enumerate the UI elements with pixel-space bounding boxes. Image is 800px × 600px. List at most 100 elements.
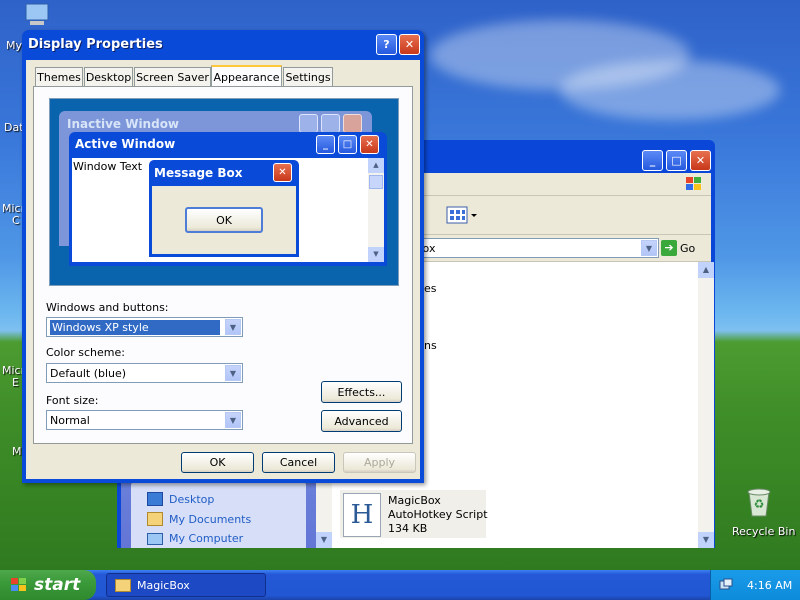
file-name: MagicBox — [388, 494, 441, 507]
message-box-preview: Message Box ✕ OK — [149, 160, 299, 257]
chevron-down-icon[interactable]: ▼ — [225, 412, 241, 428]
desktop-icon-label[interactable]: C — [12, 214, 20, 227]
desktop-icon-my-computer[interactable] — [22, 2, 56, 32]
partial-text: ns — [424, 339, 437, 352]
display-properties-window[interactable]: Display Properties ? ✕ Themes Desktop Sc… — [22, 30, 424, 483]
message-box-body: OK — [152, 186, 296, 254]
start-label: start — [34, 575, 81, 595]
file-view-scrollbar[interactable]: ▲ ▼ — [698, 262, 714, 548]
active-window-title: Active Window — [75, 137, 176, 151]
close-icon: ✕ — [273, 163, 292, 182]
minimize-button[interactable]: _ — [642, 150, 663, 171]
preview-scrollbar: ▲ ▼ — [368, 158, 384, 262]
scroll-up-icon: ▲ — [368, 158, 384, 173]
color-scheme-label: Color scheme: — [46, 346, 125, 359]
svg-text:♻: ♻ — [754, 497, 765, 511]
font-size-value: Normal — [50, 413, 90, 427]
help-icon: ? — [383, 38, 390, 51]
desktop-icon-label[interactable]: E — [12, 376, 19, 389]
desktop-icon — [147, 492, 163, 506]
task-link-my-documents[interactable]: My Documents — [147, 512, 251, 526]
maximize-button[interactable]: □ — [666, 150, 687, 171]
system-tray: 4:16 AM — [710, 570, 800, 600]
window-title: Display Properties — [28, 37, 163, 52]
recycle-bin[interactable]: ♻ Recycle Bin — [728, 486, 796, 542]
ok-button[interactable]: OK — [181, 452, 254, 473]
close-button[interactable]: ✕ — [399, 34, 420, 55]
go-arrow-icon: ➔ — [661, 240, 677, 256]
preview-ok-button: OK — [185, 207, 263, 233]
task-link-label: My Documents — [169, 512, 252, 526]
help-button[interactable]: ? — [376, 34, 397, 55]
file-item[interactable]: H MagicBox AutoHotkey Script 134 KB — [340, 490, 488, 538]
tab-screen-saver[interactable]: Screen Saver — [134, 67, 211, 86]
tab-page: Inactive Window Active Window _ □ ✕ Wind… — [33, 86, 413, 444]
task-link-desktop[interactable]: Desktop — [147, 492, 214, 506]
maximize-icon: □ — [338, 135, 357, 154]
views-button[interactable] — [439, 204, 479, 226]
scroll-down-icon: ▼ — [368, 247, 384, 262]
tab-themes[interactable]: Themes — [35, 67, 83, 86]
folder-icon — [115, 578, 131, 592]
documents-icon — [147, 512, 163, 526]
minimize-icon: _ — [649, 154, 656, 167]
file-size: 134 KB — [388, 522, 428, 535]
message-box-title: Message Box — [154, 166, 243, 180]
windows-buttons-value: Windows XP style — [50, 319, 220, 335]
taskbar-button-label: MagicBox — [137, 578, 190, 592]
scroll-down-icon[interactable]: ▼ — [698, 532, 714, 548]
maximize-icon: □ — [671, 154, 682, 167]
advanced-button[interactable]: Advanced — [321, 410, 402, 432]
font-size-select[interactable]: Normal ▼ — [46, 410, 243, 430]
scroll-up-icon[interactable]: ▲ — [698, 262, 714, 278]
recycle-bin-label: Recycle Bin — [732, 525, 796, 538]
window-text: Window Text — [73, 160, 143, 173]
apply-button[interactable]: Apply — [343, 452, 416, 473]
cancel-button[interactable]: Cancel — [262, 452, 335, 473]
go-label: Go — [680, 241, 696, 255]
desktop-icon-label[interactable]: My — [6, 39, 22, 52]
other-places-panel: Desktop My Documents My Computer — [131, 482, 306, 548]
chevron-down-icon[interactable]: ▼ — [641, 240, 657, 256]
close-button[interactable]: ✕ — [690, 150, 711, 171]
color-scheme-select[interactable]: Default (blue) ▼ — [46, 363, 243, 383]
network-icon[interactable] — [719, 578, 733, 592]
close-icon — [343, 114, 362, 133]
clock[interactable]: 4:16 AM — [747, 579, 792, 592]
start-button[interactable]: start — [0, 570, 96, 600]
desktop-icon-label[interactable]: Dat — [4, 121, 24, 134]
appearance-preview: Inactive Window Active Window _ □ ✕ Wind… — [49, 98, 399, 286]
scroll-down-icon[interactable]: ▼ — [316, 532, 332, 548]
tab-desktop[interactable]: Desktop — [84, 67, 133, 86]
task-link-label: My Computer — [169, 532, 244, 545]
go-button[interactable]: ➔ Go — [661, 239, 695, 257]
file-type: AutoHotkey Script — [388, 508, 488, 521]
task-link-my-computer[interactable]: My Computer — [147, 532, 243, 545]
tab-settings[interactable]: Settings — [283, 67, 333, 86]
chevron-down-icon[interactable]: ▼ — [225, 365, 241, 381]
tab-appearance[interactable]: Appearance — [211, 65, 282, 87]
inactive-window-title: Inactive Window — [67, 117, 180, 131]
color-scheme-value: Default (blue) — [50, 366, 127, 380]
address-input[interactable]: Box ▼ — [411, 238, 659, 258]
recycle-bin-icon: ♻ — [747, 488, 771, 517]
windows-buttons-label: Windows and buttons: — [46, 301, 169, 314]
my-computer-icon — [25, 3, 49, 25]
windows-flag-icon — [686, 177, 701, 190]
close-icon: ✕ — [695, 154, 706, 167]
desktop-icon-label[interactable]: M — [12, 445, 22, 458]
effects-button[interactable]: Effects... — [321, 381, 402, 403]
views-icon — [446, 206, 477, 224]
ahk-script-icon: H — [343, 493, 381, 537]
taskbar-button-magicbox[interactable]: MagicBox — [106, 573, 266, 597]
task-link-label: Desktop — [169, 492, 215, 506]
minimize-icon: _ — [316, 135, 335, 154]
partial-text: es — [424, 282, 437, 295]
close-icon: ✕ — [360, 135, 379, 154]
font-size-label: Font size: — [46, 394, 99, 407]
maximize-icon — [321, 114, 340, 133]
windows-buttons-select[interactable]: Windows XP style ▼ — [46, 317, 243, 337]
close-icon: ✕ — [404, 38, 415, 51]
scroll-thumb — [369, 175, 383, 189]
chevron-down-icon[interactable]: ▼ — [225, 319, 241, 335]
